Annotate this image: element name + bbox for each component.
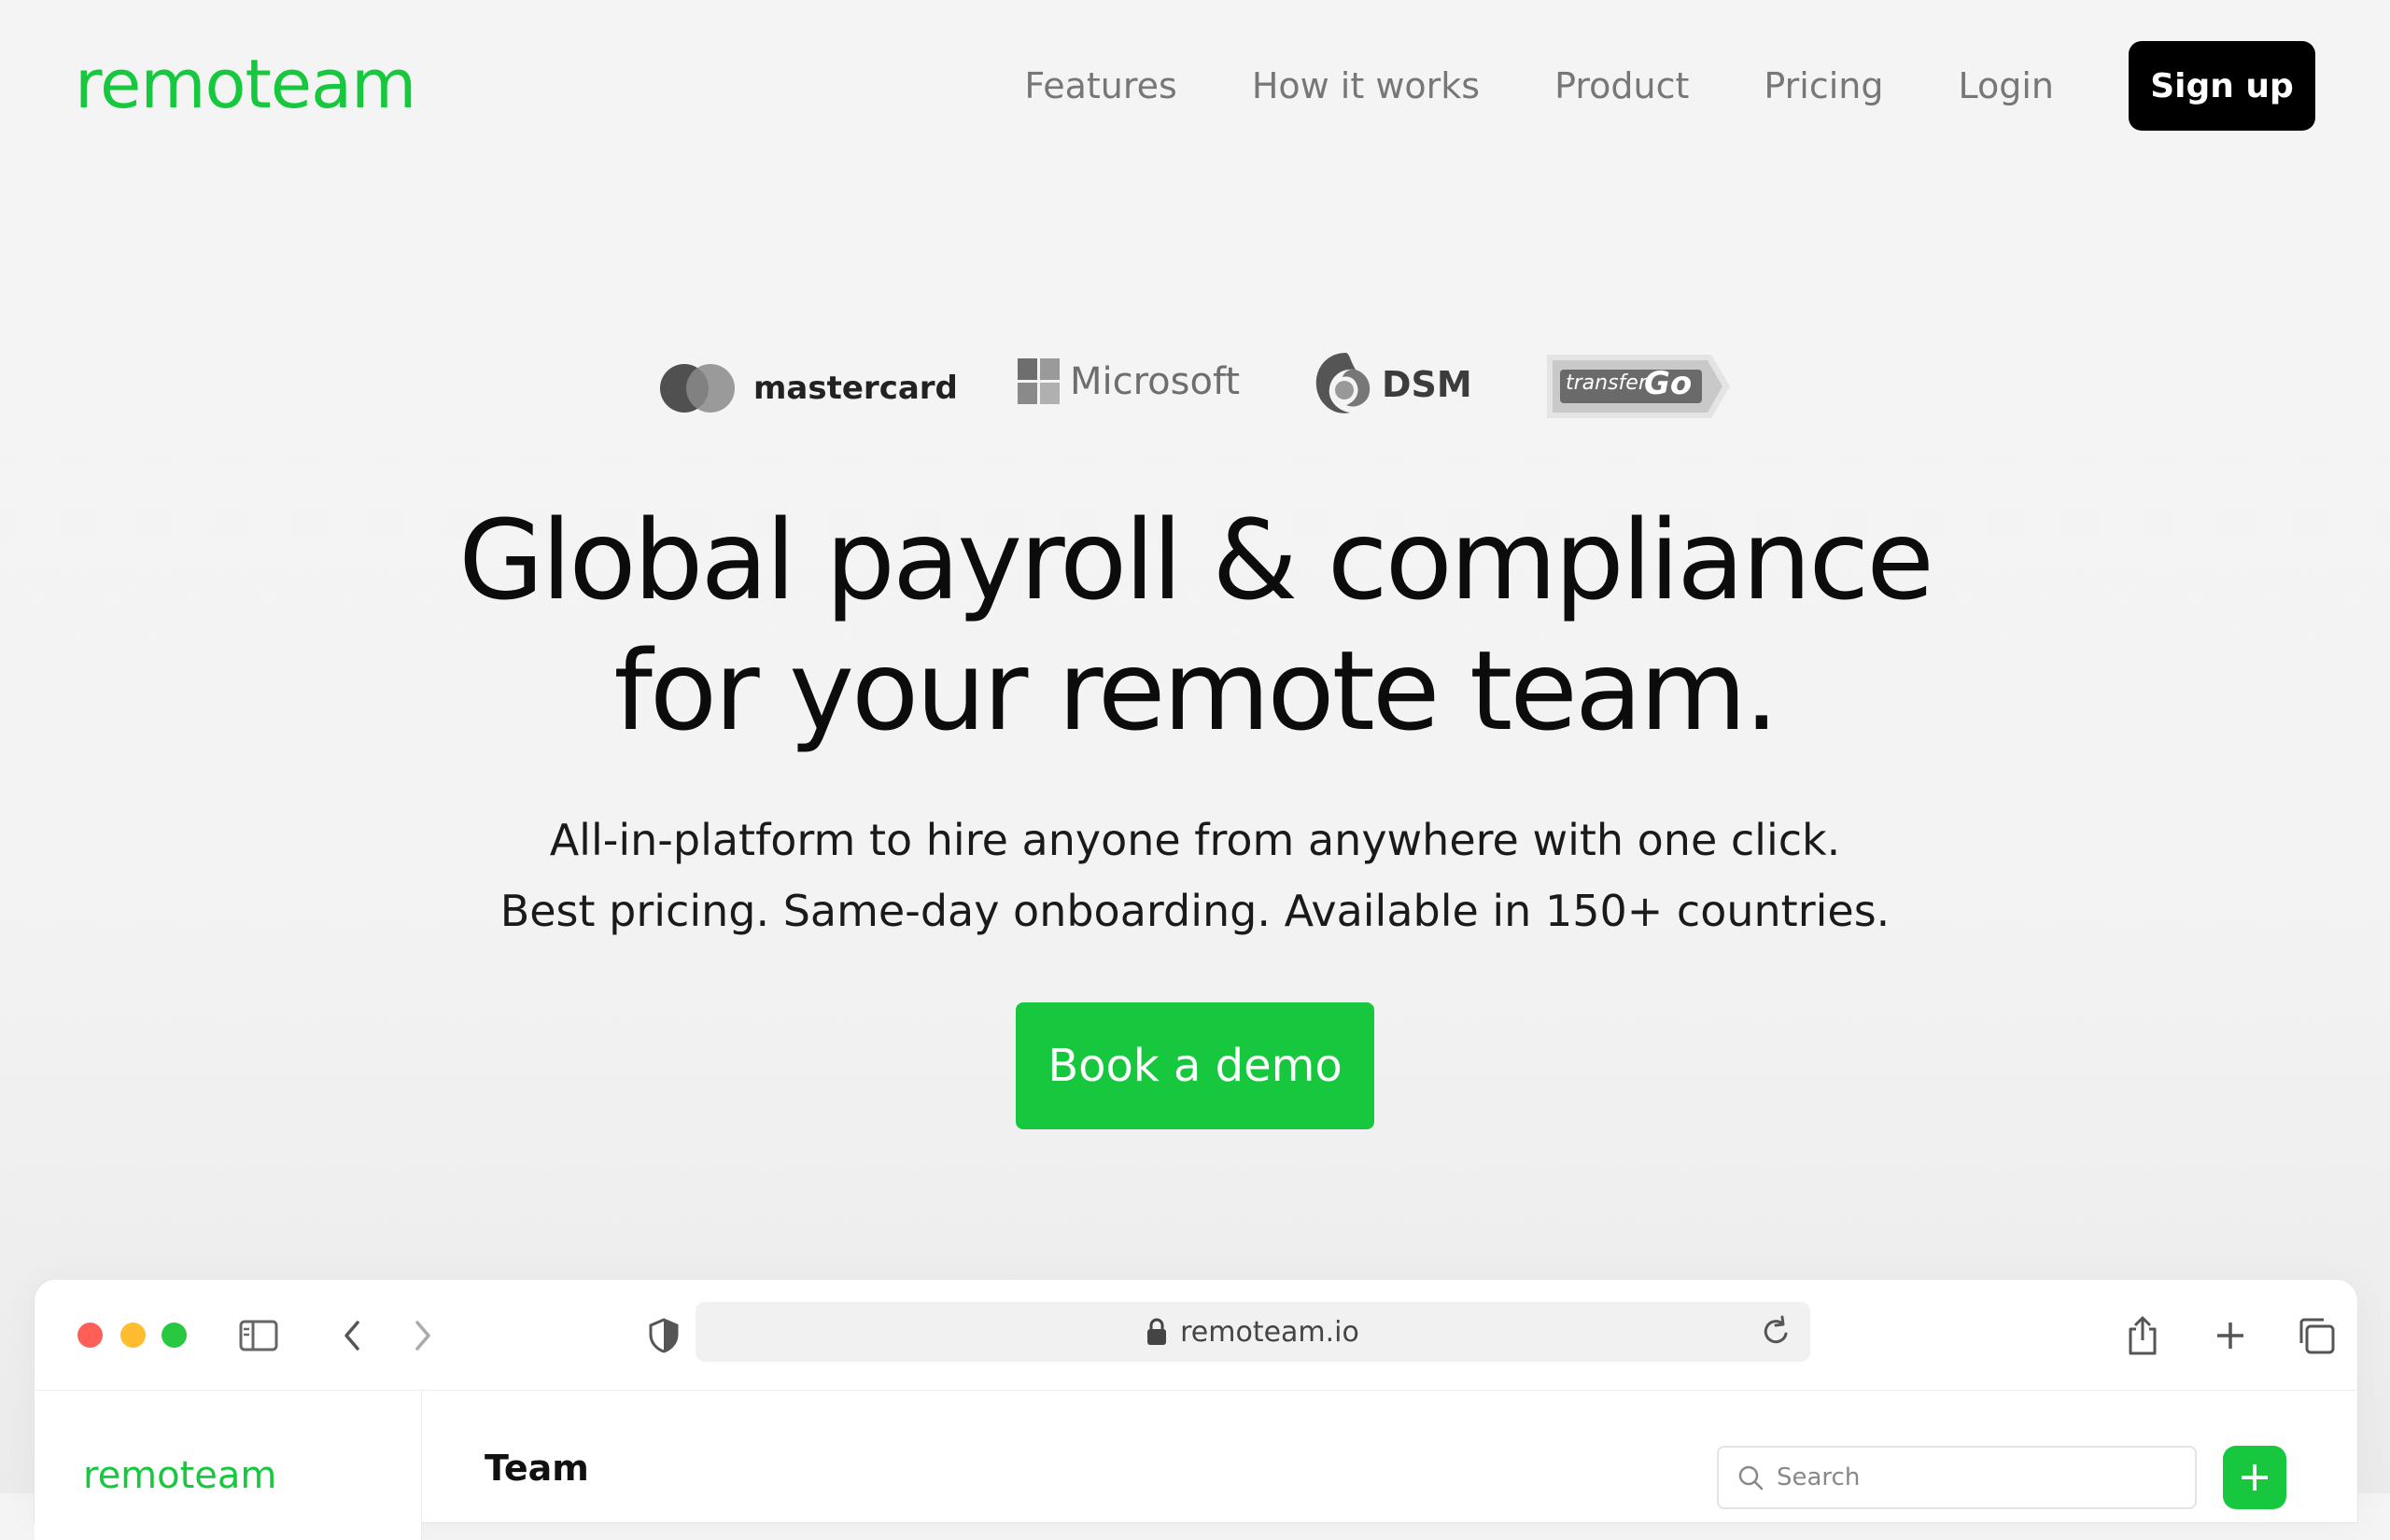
nav-link-features[interactable]: Features: [1024, 65, 1176, 106]
transfergo-wordmark-a: transfer: [1566, 371, 1647, 395]
book-demo-button[interactable]: Book a demo: [1016, 1002, 1374, 1129]
mastercard-circles-icon: [660, 364, 735, 413]
microsoft-logo: Microsoft: [1018, 358, 1240, 405]
app-add-button[interactable]: [2223, 1446, 2286, 1509]
address-bar[interactable]: remoteam.io: [696, 1302, 1810, 1362]
mastercard-wordmark: mastercard: [753, 370, 958, 407]
brand-logo[interactable]: remoteam: [75, 45, 416, 123]
shield-icon[interactable]: [641, 1313, 686, 1358]
nav-link-pricing[interactable]: Pricing: [1764, 65, 1883, 106]
reload-icon[interactable]: [1760, 1315, 1792, 1356]
app-search-input[interactable]: Search: [1717, 1446, 2197, 1509]
sidebar-icon[interactable]: [236, 1313, 281, 1358]
app-page-title: Team: [485, 1448, 589, 1489]
search-icon: [1737, 1464, 1764, 1491]
plus-icon[interactable]: [2208, 1313, 2253, 1358]
nav-link-how-it-works[interactable]: How it works: [1252, 65, 1480, 106]
dsm-logo: DSM: [1309, 347, 1472, 422]
nav-link-login[interactable]: Login: [1958, 65, 2054, 106]
app-brand-logo[interactable]: remoteam: [83, 1454, 276, 1497]
tabs-icon[interactable]: [2294, 1313, 2339, 1358]
main-nav: Features How it works Product Pricing Lo…: [1024, 41, 2315, 131]
transfergo-logo: transfer Go: [1547, 353, 1732, 420]
hero-headline-line1: Global payroll & compliance: [458, 496, 1934, 624]
nav-link-product[interactable]: Product: [1554, 65, 1689, 106]
hero-headline-line2: for your remote team.: [613, 626, 1778, 755]
mastercard-logo: mastercard: [658, 362, 958, 414]
browser-toolbar: remoteam.io: [35, 1280, 2357, 1391]
microsoft-wordmark: Microsoft: [1070, 360, 1241, 403]
app-sidebar: remoteam: [35, 1391, 422, 1540]
sign-up-button[interactable]: Sign up: [2129, 41, 2315, 131]
hero-subheadline: All-in-platform to hire anyone from anyw…: [0, 805, 2390, 946]
hero-headline: Global payroll & compliance for your rem…: [0, 495, 2390, 756]
transfergo-wordmark-b: Go: [1644, 365, 1693, 402]
app-search-placeholder: Search: [1777, 1463, 1861, 1491]
top-navigation: remoteam Features How it works Product P…: [0, 0, 2390, 168]
address-text: remoteam.io: [1180, 1315, 1359, 1349]
dsm-wordmark: DSM: [1382, 364, 1472, 405]
microsoft-squares-icon: [1018, 358, 1060, 404]
customer-logos: mastercard Microsoft DSM transfer Go: [0, 343, 2390, 437]
back-icon[interactable]: [330, 1313, 374, 1358]
window-minimize-dot[interactable]: [120, 1323, 146, 1348]
plus-icon: [2242, 1464, 2268, 1491]
share-icon[interactable]: [2120, 1313, 2165, 1358]
lock-icon: [1146, 1318, 1167, 1346]
window-maximize-dot[interactable]: [162, 1323, 187, 1348]
hero-sub-line2: Best pricing. Same-day onboarding. Avail…: [499, 886, 1891, 936]
hero-sub-line1: All-in-platform to hire anyone from anyw…: [549, 815, 1841, 865]
window-close-dot[interactable]: [77, 1323, 103, 1348]
browser-mockup: remoteam.io remoteam Team Search: [34, 1279, 2358, 1540]
dsm-swirl-icon: [1315, 353, 1371, 413]
forward-icon[interactable]: [401, 1313, 445, 1358]
